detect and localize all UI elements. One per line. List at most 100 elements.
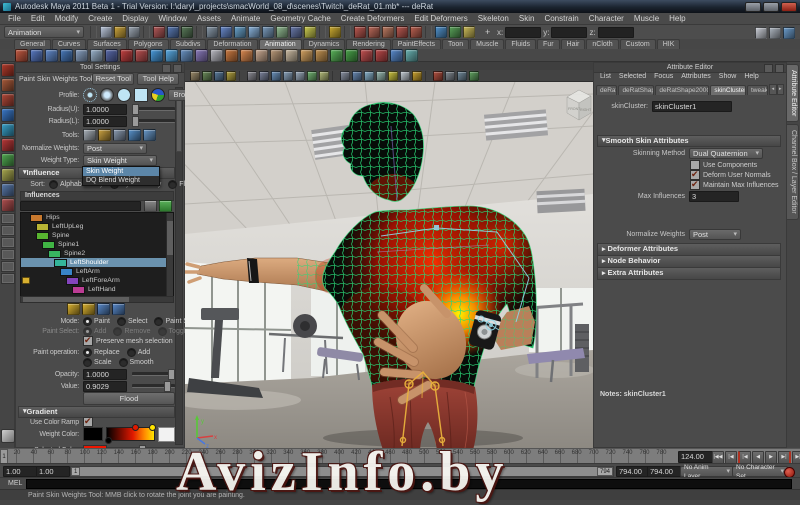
influence-row-leftshoulder[interactable]: LeftShoulder [21,258,173,267]
shelf-icon[interactable] [270,48,283,62]
menu-muscle[interactable]: Muscle [629,14,664,23]
dock-tab-attribute-editor[interactable]: Attribute Editor [787,64,799,123]
shelf-tab-hair[interactable]: Hair [560,39,586,49]
dock-tab-channel-box-layer-editor[interactable]: Channel Box / Layer Editor [787,124,799,220]
tool-settings-scrollbar[interactable] [175,87,183,445]
shelf-icon[interactable] [345,48,358,62]
weight-color-ramp[interactable] [105,424,156,444]
ramp-marker-yellow[interactable] [149,424,156,431]
shelf-icon[interactable] [150,48,163,62]
viewport-toolbar-icon[interactable] [445,70,455,81]
status-line-icon[interactable] [396,26,408,38]
viewport-toolbar-icon[interactable] [283,70,293,81]
status-line-icon[interactable] [114,26,126,38]
viewport-toolbar-icon[interactable] [388,70,398,81]
viewport-toolbar-icon[interactable] [319,70,329,81]
influence-row-leftupleg[interactable]: LeftUpLeg [21,222,173,231]
close-button[interactable] [781,2,797,12]
animation-start-field[interactable]: 1.00 [3,466,37,477]
mode-option-select[interactable]: Select [116,316,147,326]
mel-command-input[interactable] [26,478,792,489]
viewport-toolbar-icon[interactable] [352,70,362,81]
viewport-3d-scene[interactable]: y x z FRONT RIGHT [185,82,593,448]
rotate-tool-icon[interactable] [1,123,15,137]
menu-file[interactable]: File [3,14,26,23]
shelf-icon[interactable] [210,48,223,62]
ae-tab-scroll-left-icon[interactable]: ◂ [769,84,777,95]
menu-skin[interactable]: Skin [514,14,540,23]
status-line-icon[interactable] [262,26,274,38]
status-line-icon[interactable] [410,26,422,38]
shelf-icon[interactable] [90,48,103,62]
shelf-icon[interactable] [180,48,193,62]
menu-assets[interactable]: Assets [192,14,226,23]
reset-tool-button[interactable]: Reset Tool [92,73,135,85]
influence-row-leftforearm[interactable]: LeftForeArm [21,276,173,285]
ramp-marker-black[interactable] [105,437,112,444]
shelf-tab-general[interactable]: General [14,39,51,49]
shelf-tab-painteffects[interactable]: PaintEffects [391,39,441,49]
menu-edit[interactable]: Edit [26,14,50,23]
paint-tool-indicator-icon[interactable] [1,429,15,443]
paint-operation-option-scale[interactable]: Scale [83,357,112,367]
shelf-icon[interactable] [105,48,118,62]
mel-label[interactable]: MEL [8,480,22,487]
influence-list-hscrollbar[interactable] [20,296,174,303]
move-tool-icon[interactable] [1,108,15,122]
anim-layer-dropdown[interactable]: No Anim Layer [680,464,734,480]
value-input[interactable]: 0.9029 [83,380,127,392]
soft-modification-tool-icon[interactable] [1,168,15,182]
influence-row-spine2[interactable]: Spine2 [21,249,173,258]
shelf-icon[interactable] [240,48,253,62]
z-input[interactable] [597,26,634,38]
maintain-max-influences-checkbox[interactable] [690,179,700,190]
viewport-toolbar-icon[interactable] [295,70,305,81]
y-input[interactable] [551,26,588,38]
perspective-viewport[interactable]: y x z FRONT RIGHT [185,62,593,448]
four-pane-layout[interactable] [1,225,15,236]
viewport-toolbar-icon[interactable] [340,70,350,81]
unlock-influence-icon[interactable] [82,303,95,315]
status-line-icon[interactable] [100,26,112,38]
menu-edit-deformers[interactable]: Edit Deformers [409,14,472,23]
shelf-tab-animation[interactable]: Animation [258,39,302,49]
viewport-toolbar-icon[interactable] [202,70,212,81]
paint-operation-option-add[interactable]: Add [126,347,150,357]
persp-outliner-layout[interactable] [1,237,15,248]
status-line-icon[interactable] [382,26,394,38]
status-line-icon[interactable] [276,26,288,38]
shelf-tab-rendering[interactable]: Rendering [346,39,391,49]
ae-menu-selected[interactable]: Selected [615,73,650,82]
paint-operation-option-replace[interactable]: Replace [83,347,120,357]
panel-toggle-icon[interactable] [769,27,781,39]
current-tool-paint-skin-weights-icon[interactable] [1,198,15,212]
menu-modify[interactable]: Modify [50,14,84,23]
status-line-icon[interactable] [248,26,260,38]
ae-tab-tweak[interactable]: tweak [747,85,769,95]
status-line-icon[interactable] [329,26,341,38]
viewport-toolbar-icon[interactable] [400,70,410,81]
range-slider-track[interactable]: 1 794 [70,466,614,477]
shelf-tab-muscle[interactable]: Muscle [470,39,505,49]
shelf-tab-fluids[interactable]: Fluids [505,39,537,49]
max-influences-input[interactable]: 3 [689,190,739,202]
shelf-icon[interactable] [360,48,373,62]
status-line-icon[interactable] [128,26,140,38]
viewport-toolbar-icon[interactable] [469,70,479,81]
ae-tab-scroll-right-icon[interactable]: ▸ [776,84,784,95]
shelf-tab-subdivs[interactable]: Subdivs [169,39,207,49]
menu-skeleton[interactable]: Skeleton [473,14,514,23]
menu-create[interactable]: Create [83,14,117,23]
opacity-slider[interactable] [132,369,175,380]
status-line-icon[interactable] [463,26,475,38]
scale-tool-icon[interactable] [1,138,15,152]
menu-geometry-cache[interactable]: Geometry Cache [265,14,335,23]
close-panel-icon[interactable] [775,64,784,73]
status-line-icon[interactable] [435,26,447,38]
influence-row-spine[interactable]: Spine [21,231,173,240]
weight-color-swatch[interactable] [83,427,103,441]
shelf-icon[interactable] [285,48,298,62]
shelf-icon[interactable] [315,48,328,62]
playback-end-field[interactable]: 794.00 [616,466,650,477]
weight-color-white-swatch[interactable] [158,426,175,442]
